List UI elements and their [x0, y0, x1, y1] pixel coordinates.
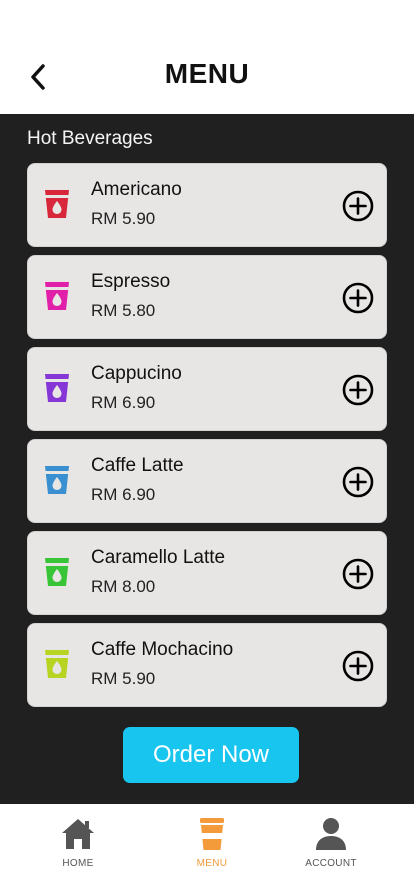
tab-account[interactable]: ACCOUNT: [281, 816, 381, 876]
tab-label: MENU: [196, 858, 228, 869]
add-circle-icon[interactable]: [342, 650, 374, 682]
home-icon: [62, 819, 94, 849]
add-circle-icon[interactable]: [342, 282, 374, 314]
menu-item[interactable]: Americano RM 5.90: [27, 163, 387, 247]
item-price: RM 5.90: [91, 669, 156, 688]
item-name: Cappucino: [91, 363, 182, 384]
item-price: RM 5.80: [91, 301, 156, 320]
drink-cup-icon: [45, 466, 69, 494]
drink-cup-icon: [45, 558, 69, 586]
menu-item-list: Americano RM 5.90 Espresso RM 5.80 Cappu…: [27, 163, 387, 715]
bottom-tab-bar: HOME MENU ACCOUNT: [0, 804, 414, 896]
item-name: Caramello Latte: [91, 547, 226, 568]
tab-menu[interactable]: MENU: [162, 816, 262, 876]
item-name: Americano: [91, 179, 182, 200]
item-name: Caffe Mochacino: [91, 639, 234, 660]
drink-cup-icon: [45, 282, 69, 310]
tab-label: HOME: [62, 858, 94, 869]
item-price: RM 5.90: [91, 209, 156, 228]
drink-cup-icon: [45, 650, 69, 678]
item-name: Espresso: [91, 271, 171, 292]
add-circle-icon[interactable]: [342, 558, 374, 590]
tab-home[interactable]: HOME: [28, 816, 128, 876]
user-icon: [316, 818, 346, 850]
tab-label: ACCOUNT: [305, 858, 357, 869]
section-title: Hot Beverages: [27, 128, 153, 149]
menu-item[interactable]: Espresso RM 5.80: [27, 255, 387, 339]
page-title: MENU: [164, 58, 250, 89]
item-price: RM 8.00: [91, 577, 156, 596]
add-circle-icon[interactable]: [342, 190, 374, 222]
menu-item[interactable]: Caramello Latte RM 8.00: [27, 531, 387, 615]
coffee-cup-icon: [200, 818, 224, 850]
drink-cup-icon: [45, 190, 69, 218]
drink-cup-icon: [45, 374, 69, 402]
item-name: Caffe Latte: [91, 455, 184, 476]
item-price: RM 6.90: [91, 485, 156, 504]
add-circle-icon[interactable]: [342, 374, 374, 406]
add-circle-icon[interactable]: [342, 466, 374, 498]
menu-item[interactable]: Cappucino RM 6.90: [27, 347, 387, 431]
item-price: RM 6.90: [91, 393, 156, 412]
menu-content: Hot Beverages Americano RM 5.90 Espresso…: [0, 114, 414, 804]
menu-item[interactable]: Caffe Mochacino RM 5.90: [27, 623, 387, 707]
app-header: MENU: [0, 0, 414, 114]
menu-item[interactable]: Caffe Latte RM 6.90: [27, 439, 387, 523]
order-now-button[interactable]: Order Now: [123, 727, 299, 783]
